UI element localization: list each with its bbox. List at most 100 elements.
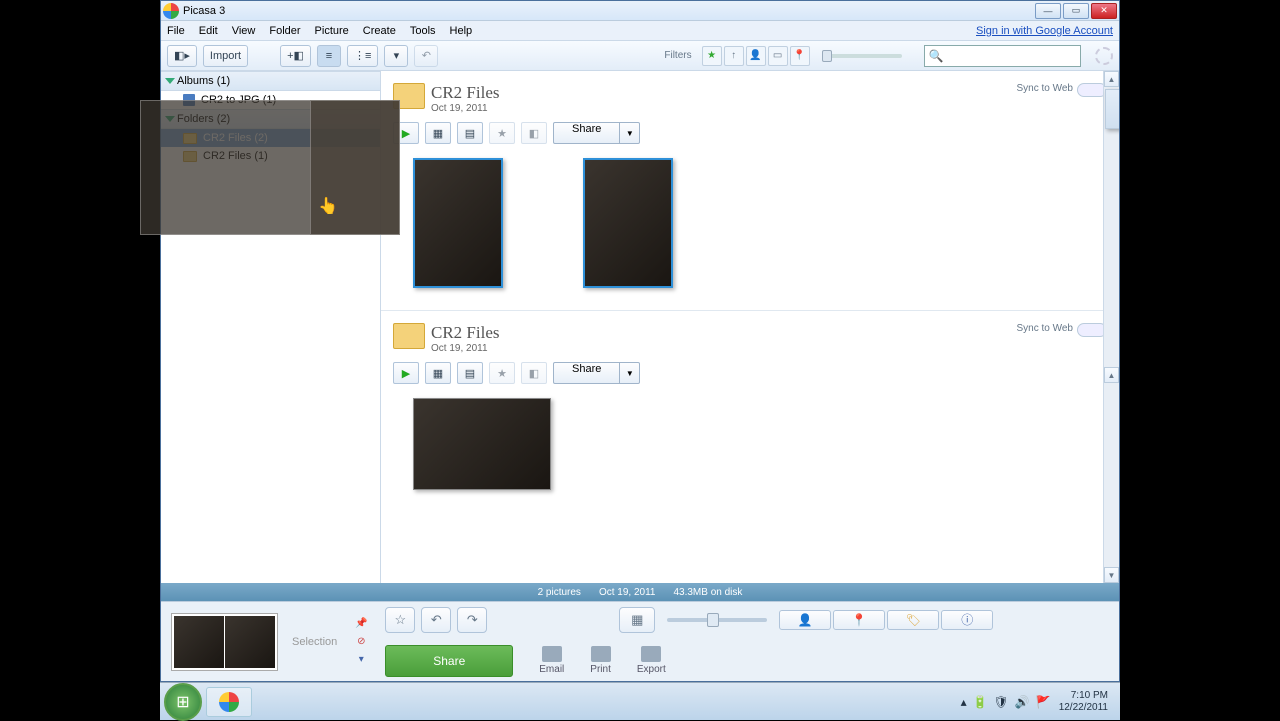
filter-upload-icon[interactable]: ↑ [724,46,744,66]
star-button[interactable]: ★ [489,122,515,144]
folder-date: Oct 19, 2011 [431,103,500,114]
rotate-right-button[interactable]: ↷ [457,607,487,633]
print-icon [591,646,611,662]
tag-button[interactable]: ◧ [521,122,547,144]
selection-tray[interactable] [171,613,278,671]
filters-label: Filters [664,50,691,61]
search-icon: 🔍 [929,49,944,63]
import-button[interactable]: Import [203,45,248,67]
sync-label: Sync to Web [1016,323,1073,334]
filter-star-icon[interactable]: ★ [702,46,722,66]
filter-slider[interactable] [822,54,902,58]
places-button[interactable]: 📍 [833,610,885,630]
share-dropdown[interactable]: ▼ [620,122,640,144]
menu-create[interactable]: Create [363,25,396,37]
menu-help[interactable]: Help [450,25,473,37]
titlebar: Picasa 3 — ▭ ✕ [161,1,1119,21]
share-button[interactable]: Share [385,645,513,677]
tray-icon[interactable]: 🛡 [994,695,1009,709]
menu-tools[interactable]: Tools [410,25,436,37]
start-button[interactable]: ⊞ [164,683,202,721]
status-count: 2 pictures [538,587,581,598]
photo-thumbnail[interactable] [583,158,673,288]
drag-preview [310,100,400,235]
share-button[interactable]: Share [553,122,620,144]
menu-file[interactable]: File [167,25,185,37]
clock[interactable]: 7:10 PM 12/22/2011 [1059,690,1108,714]
menu-picture[interactable]: Picture [315,25,349,37]
scroll-up-button[interactable]: ▲ [1104,71,1119,87]
zoom-slider[interactable] [667,618,767,622]
collage-button[interactable]: ▦ [425,362,451,384]
bottom-panel: Selection 📌 ⊘ ▾ ☆ ↶ ↷ ▦ 👤 📍 🏷 ⓘ [161,601,1119,681]
photo-thumbnail[interactable] [413,398,551,490]
folder-title[interactable]: CR2 Files [431,323,500,343]
menu-folder[interactable]: Folder [269,25,300,37]
folder-icon [393,323,425,349]
tray-icon[interactable]: 🚩 [1036,695,1051,709]
share-dropdown[interactable]: ▼ [620,362,640,384]
filter-geo-icon[interactable]: 📍 [790,46,810,66]
play-button[interactable]: ▶ [393,362,419,384]
tags-button[interactable]: 🏷 [887,610,939,630]
scroll-thumb[interactable] [1105,89,1119,129]
scrollbar[interactable]: ▲ ▲ ▼ [1103,71,1119,583]
hold-button[interactable]: 📌 [351,616,371,632]
tray-icon[interactable]: 🔋 [973,695,988,709]
close-button[interactable]: ✕ [1091,3,1117,19]
filter-movie-icon[interactable]: ▭ [768,46,788,66]
filter-face-icon[interactable]: 👤 [746,46,766,66]
search-input[interactable]: 🔍 [924,45,1081,67]
folder-block: CR2 Files Oct 19, 2011 Sync to Web ▶ ▦ ▤… [381,310,1119,512]
movie-button[interactable]: ▤ [457,122,483,144]
tree-view-button[interactable]: ⋮≡ [347,45,378,67]
menu-edit[interactable]: Edit [199,25,218,37]
email-button[interactable]: Email [539,646,564,675]
export-button[interactable]: Export [637,646,666,675]
rotate-left-button[interactable]: ↶ [421,607,451,633]
menubar: File Edit View Folder Picture Create Too… [161,21,1119,41]
selection-thumbnail[interactable] [174,616,224,668]
maximize-button[interactable]: ▭ [1063,3,1089,19]
signin-link[interactable]: Sign in with Google Account [976,25,1113,37]
tray-icon[interactable]: ▴ [961,695,967,709]
minimize-button[interactable]: — [1035,3,1061,19]
photo-thumbnail[interactable] [413,158,503,288]
thumbnail-view-button[interactable]: ▦ [619,607,655,633]
view-dropdown[interactable]: ▾ [384,45,408,67]
add-button[interactable]: ▾ [351,652,371,668]
people-button[interactable]: 👤 [779,610,831,630]
menu-view[interactable]: View [232,25,256,37]
folder-date: Oct 19, 2011 [431,343,500,354]
flat-view-button[interactable]: ≡ [317,45,341,67]
back-button[interactable]: ◧▸ [167,45,197,67]
movie-button[interactable]: ▤ [457,362,483,384]
print-button[interactable]: Print [590,646,611,675]
tray-icon[interactable]: 🔊 [1015,695,1030,709]
collage-button[interactable]: ▦ [425,122,451,144]
scroll-down-button[interactable]: ▼ [1104,567,1119,583]
status-size: 43.3MB on disk [673,587,742,598]
toolbar: ◧▸ Import +◧ ≡ ⋮≡ ▾ ↶ Filters ★ ↑ 👤 ▭ 📍 … [161,41,1119,71]
taskbar: ⊞ ▴ 🔋 🛡 🔊 🚩 7:10 PM 12/22/2011 [160,682,1120,720]
add-button[interactable]: +◧ [280,45,311,67]
clear-button[interactable]: ⊘ [351,634,371,650]
star-button[interactable]: ☆ [385,607,415,633]
undo-button[interactable]: ↶ [414,45,438,67]
expand-icon [165,78,175,84]
folder-block: CR2 Files Oct 19, 2011 Sync to Web ▶ ▦ ▤… [381,71,1119,310]
info-button[interactable]: ⓘ [941,610,993,630]
selection-thumbnail[interactable] [225,616,275,668]
sidebar-albums-header[interactable]: Albums (1) [161,71,380,91]
app-icon [163,3,179,19]
status-date: Oct 19, 2011 [599,587,656,598]
email-icon [542,646,562,662]
folder-title[interactable]: CR2 Files [431,83,500,103]
star-button[interactable]: ★ [489,362,515,384]
scroll-down-button[interactable]: ▲ [1104,367,1119,383]
loading-spinner-icon [1095,47,1113,65]
system-tray[interactable]: ▴ 🔋 🛡 🔊 🚩 [961,695,1051,709]
share-button[interactable]: Share [553,362,620,384]
taskbar-picasa[interactable] [206,687,252,717]
tag-button[interactable]: ◧ [521,362,547,384]
